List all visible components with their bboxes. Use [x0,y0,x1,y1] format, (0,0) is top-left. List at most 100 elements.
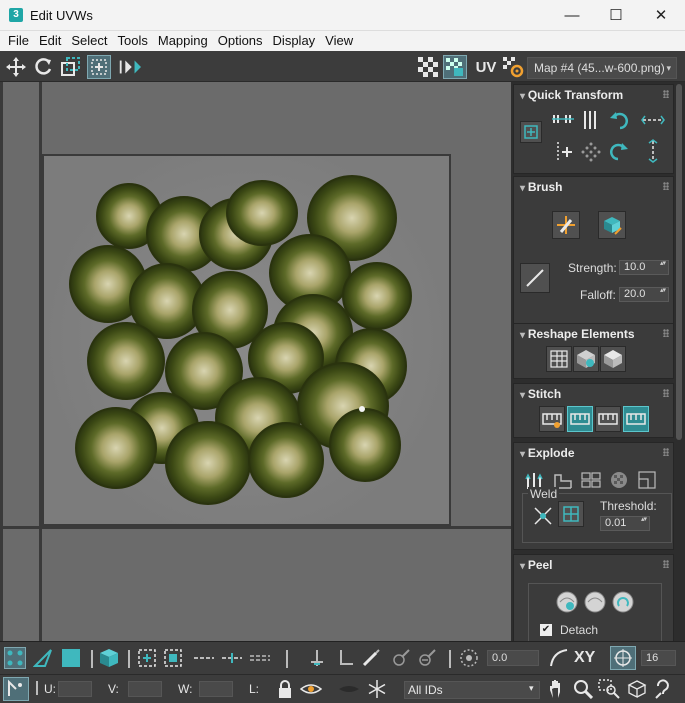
rotate-icon[interactable] [31,55,55,79]
menu-options[interactable]: Options [213,31,268,51]
v-field[interactable] [128,681,162,697]
paint-select-icon[interactable] [360,647,382,669]
peel-mode-icon[interactable] [582,589,608,615]
space-vertical-icon[interactable] [640,138,666,164]
loop-select-icon[interactable] [220,647,242,669]
map-settings-icon[interactable] [501,55,525,79]
menu-view[interactable]: View [320,31,358,51]
detach-checkbox[interactable]: ✔ [540,624,552,636]
grip-icon[interactable] [663,560,669,568]
reset-peel-icon[interactable] [610,589,636,615]
strength-spinner[interactable]: 10.0 [619,260,669,275]
rotate-cw-icon[interactable] [606,138,632,164]
soft-selection-icon[interactable] [458,647,480,669]
map-dropdown[interactable]: Map #4 (45...w-600.png) ▾ [527,57,677,79]
grip-icon[interactable] [663,448,669,456]
move-icon[interactable] [4,55,28,79]
relax-icon[interactable] [573,346,599,372]
rollout-title[interactable]: Stitch [520,387,561,401]
element-mode-icon[interactable] [98,647,120,669]
grip-icon[interactable] [663,389,669,397]
hide-icon[interactable] [300,678,322,700]
rollout-title[interactable]: Quick Transform [520,88,623,102]
grip-icon[interactable] [663,90,669,98]
menu-mapping[interactable]: Mapping [153,31,213,51]
mirror-icon[interactable] [117,55,141,79]
snap-spinner[interactable]: 16 [641,650,676,666]
weld-selected-icon[interactable] [530,503,556,529]
menu-select[interactable]: Select [66,31,112,51]
menu-tools[interactable]: Tools [113,31,153,51]
zoom-region-icon[interactable] [598,678,620,700]
flatten-by-polygon-icon[interactable] [578,467,604,493]
uv-viewport[interactable] [0,82,511,641]
menu-display[interactable]: Display [268,31,321,51]
rollout-title[interactable]: Brush [520,180,563,194]
stitch-to-target-icon[interactable] [623,406,649,432]
grip-icon[interactable] [663,182,669,190]
checker-icon[interactable] [416,55,440,79]
relax-options-icon[interactable] [600,346,626,372]
menu-edit[interactable]: Edit [34,31,66,51]
uv-texture-tile[interactable] [42,154,451,526]
align-horizontal-icon[interactable] [550,107,576,133]
flatten-by-smoothing-icon[interactable] [606,467,632,493]
loop-grow-icon[interactable] [192,647,214,669]
relax-brush-icon[interactable] [598,211,626,239]
freeform-icon[interactable] [87,55,111,79]
menu-file[interactable]: File [3,31,34,51]
maximize-button[interactable]: ☐ [593,0,639,31]
falloff-curve-icon[interactable] [548,647,570,669]
brush-falloff-icon[interactable] [520,263,550,293]
angle-spinner[interactable]: 0.0 [487,650,539,666]
align-to-edge-icon[interactable] [550,138,576,164]
pan-icon[interactable] [546,678,568,700]
flatten-by-material-icon[interactable] [634,467,660,493]
paint-move-icon[interactable] [552,211,580,239]
straighten-icon[interactable] [578,138,604,164]
grip-icon[interactable] [663,329,669,337]
zoom-icon[interactable] [572,678,594,700]
texture-display-icon[interactable] [443,55,467,79]
u-field[interactable] [58,681,92,697]
help-icon[interactable] [652,678,674,700]
freeze-icon[interactable] [366,678,388,700]
absolute-offset-icon[interactable] [3,677,29,701]
zoom-extents-icon[interactable] [626,678,648,700]
grow-selection-icon[interactable] [136,647,158,669]
stitch-custom-icon[interactable] [539,406,565,432]
paint-select-shrink-icon[interactable] [416,647,438,669]
edge-mode-icon[interactable] [32,647,54,669]
panel-scrollbar[interactable] [676,84,682,440]
rollout-title[interactable]: Reshape Elements [520,327,635,341]
stitch-to-average-icon[interactable] [595,406,621,432]
shrink-selection-icon[interactable] [162,647,184,669]
unhide-icon[interactable] [338,678,360,700]
align-vertical-icon[interactable] [578,107,604,133]
straighten-selection-icon[interactable] [546,346,572,372]
loop-shrink-icon[interactable] [248,647,270,669]
threshold-spinner[interactable]: 0.01 [600,516,650,531]
falloff-spinner[interactable]: 20.0 [619,287,669,302]
stitch-to-source-icon[interactable] [567,406,593,432]
xy-label[interactable]: XY [574,649,595,667]
polygon-mode-icon[interactable] [60,647,82,669]
scale-icon[interactable] [58,55,82,79]
w-field[interactable] [199,681,233,697]
minimize-button[interactable]: — [549,0,595,31]
ring-select-icon[interactable] [334,647,356,669]
pivot-icon[interactable] [520,121,542,143]
vertex-mode-icon[interactable] [4,647,26,669]
rotate-ccw-icon[interactable] [606,107,632,133]
rollout-title[interactable]: Peel [520,558,553,572]
rollout-title[interactable]: Explode [520,446,575,460]
lock-icon[interactable] [274,678,296,700]
close-button[interactable]: ✕ [638,0,684,31]
ring-grow-icon[interactable] [306,647,328,669]
snap-icon[interactable] [610,646,636,670]
uv-label[interactable]: UV [472,55,500,79]
quick-peel-icon[interactable] [554,589,580,615]
ids-dropdown[interactable]: All IDs ▾ [404,681,540,699]
paint-select-grow-icon[interactable] [390,647,412,669]
space-horizontal-icon[interactable] [640,107,666,133]
